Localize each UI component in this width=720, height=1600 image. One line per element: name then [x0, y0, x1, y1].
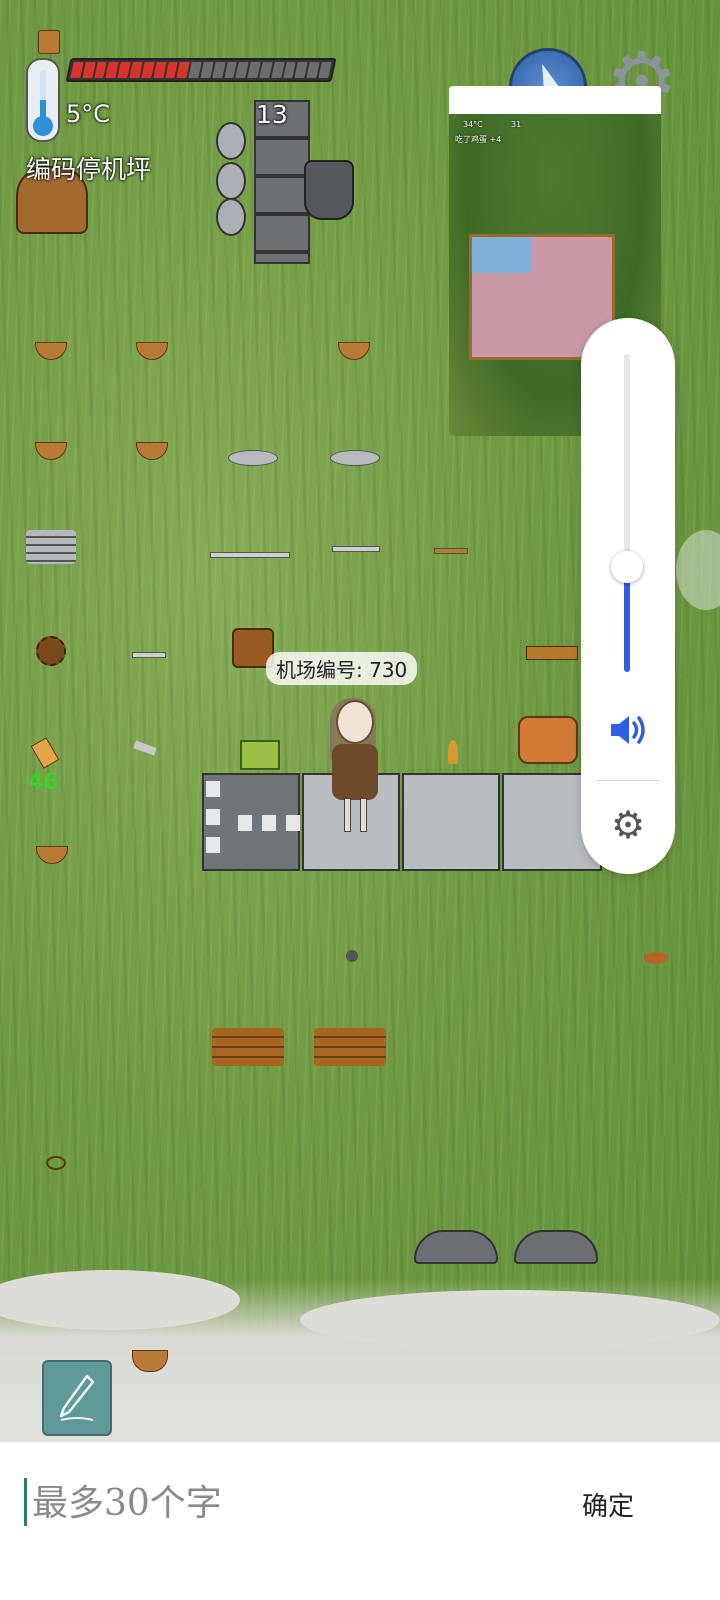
flat-stone[interactable] — [330, 450, 380, 466]
player-fur-clothing — [332, 744, 378, 800]
player-leg — [360, 798, 367, 832]
food-segment — [259, 62, 273, 78]
food-segment — [152, 62, 167, 78]
wooden-bucket[interactable] — [38, 30, 60, 54]
airport-id-label: 机场编号: 730 — [266, 652, 418, 685]
big-rock[interactable] — [514, 1230, 598, 1264]
carrot[interactable] — [30, 737, 60, 769]
mini-status: 吃了鸡蛋 +4 — [455, 135, 502, 144]
player-head — [336, 700, 374, 744]
food-segment — [200, 62, 214, 78]
thermometer-bulb — [33, 116, 53, 136]
speaker-icon[interactable] — [607, 712, 649, 748]
grindstone-wheel — [216, 162, 246, 200]
volume-panel: ⚙ — [581, 318, 675, 874]
runway-marking — [262, 815, 276, 831]
flat-stone[interactable] — [228, 450, 278, 466]
mini-age: 31 — [511, 120, 522, 129]
runway-marking — [238, 815, 252, 831]
runway-marking — [206, 781, 220, 797]
food-segment — [141, 62, 155, 78]
food-segment — [318, 62, 332, 78]
temperature-readout: 5°C — [66, 100, 111, 128]
volume-slider-handle[interactable] — [611, 551, 643, 583]
food-segment — [82, 62, 96, 78]
write-button[interactable] — [42, 1360, 112, 1436]
stone-stack[interactable] — [26, 530, 76, 564]
pencil-icon — [59, 1374, 95, 1421]
player-leg — [344, 798, 351, 832]
grindstone-wheel — [216, 198, 246, 236]
basket[interactable] — [36, 846, 68, 864]
thermometer-icon — [26, 58, 60, 142]
fog-cloud — [300, 1290, 720, 1350]
gear-icon[interactable]: ⚙ — [607, 804, 649, 846]
firewood-pile[interactable] — [212, 1028, 284, 1066]
big-rock[interactable] — [414, 1230, 498, 1264]
rabbit[interactable] — [644, 952, 668, 964]
stick[interactable] — [434, 548, 468, 554]
age-readout: 13 — [256, 100, 288, 129]
mini-temperature: 34°C — [463, 120, 483, 129]
basket[interactable] — [35, 342, 67, 360]
food-segment — [212, 62, 226, 78]
basket-with-stones[interactable] — [136, 442, 168, 460]
text-input-bar: 确定 — [0, 1442, 720, 1600]
round-stone[interactable] — [346, 950, 358, 962]
floating-counter: 46 — [28, 770, 59, 795]
file-tool[interactable] — [332, 546, 380, 552]
burdock[interactable] — [36, 636, 66, 666]
torch[interactable] — [448, 740, 458, 764]
confirm-button[interactable]: 确定 — [572, 1482, 644, 1526]
airport-sign[interactable] — [240, 740, 280, 770]
food-meter — [65, 58, 337, 82]
food-segment — [129, 62, 143, 78]
player-character[interactable] — [326, 698, 384, 832]
volume-divider — [595, 780, 661, 781]
metal-rod[interactable] — [210, 552, 290, 558]
food-segment — [70, 62, 84, 78]
firewood-pile[interactable] — [314, 1028, 386, 1066]
stone-weight — [304, 160, 354, 220]
wooden-plank[interactable] — [526, 646, 578, 660]
text-caret — [24, 1478, 27, 1526]
runway-marking — [286, 815, 300, 831]
basket[interactable] — [338, 342, 370, 360]
food-segment — [271, 62, 285, 78]
runway-tile[interactable] — [402, 773, 500, 871]
arrowhead[interactable] — [133, 740, 157, 756]
runway-marking — [206, 809, 220, 825]
mini-pool — [472, 237, 532, 273]
grindstone-wheel — [216, 122, 246, 160]
rope-snare[interactable] — [46, 1156, 66, 1170]
basket[interactable] — [136, 342, 168, 360]
basket[interactable] — [35, 442, 67, 460]
clay-oven[interactable] — [518, 716, 578, 764]
location-name: 编码停机坪 — [26, 155, 152, 184]
knife[interactable] — [132, 652, 166, 658]
message-input[interactable] — [30, 1474, 534, 1532]
runway-tile[interactable] — [202, 773, 300, 871]
runway-marking — [206, 837, 220, 853]
